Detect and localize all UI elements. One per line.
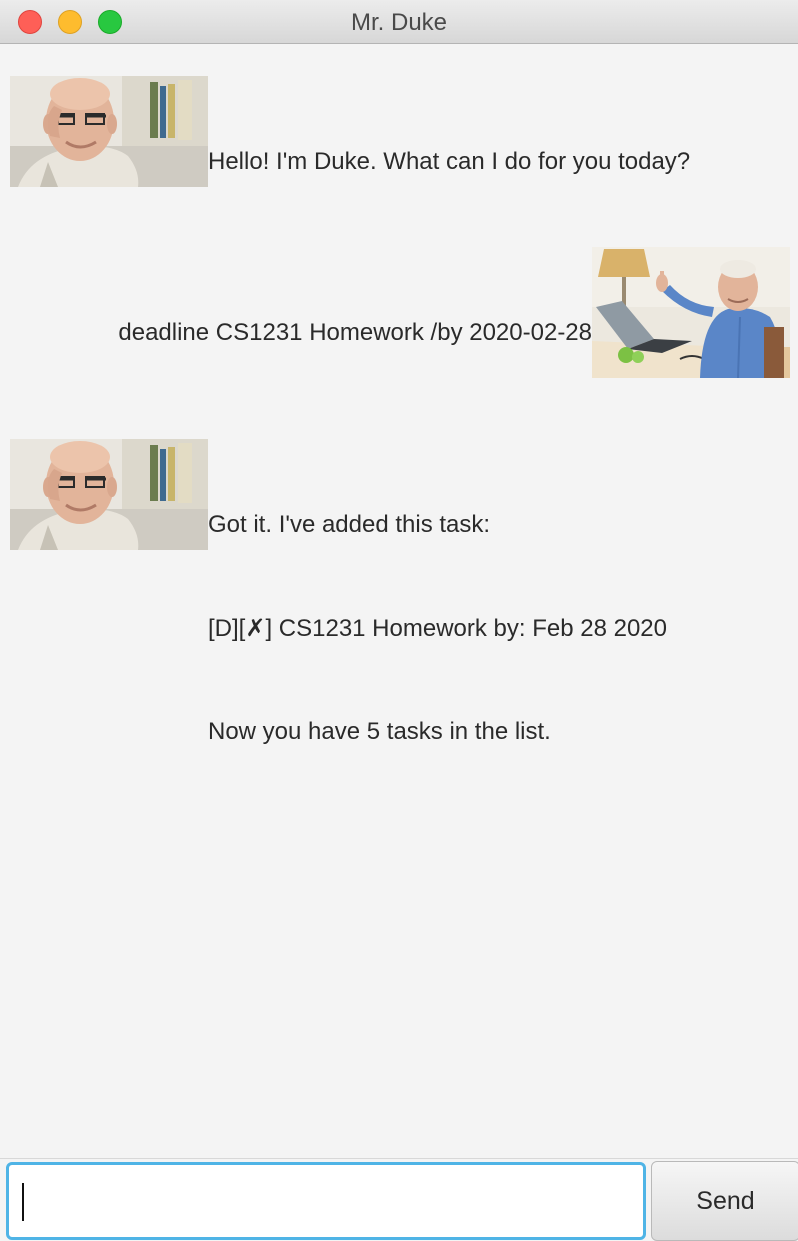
message-line: deadline CS1231 Homework /by 2020-02-28 [118, 319, 592, 346]
message-line: Now you have 5 tasks in the list. [208, 718, 551, 745]
duke-message-text: Hello! I'm Duke. What can I do for you t… [208, 76, 690, 249]
title-bar: Mr. Duke [0, 0, 798, 44]
message-line: Hello! I'm Duke. What can I do for you t… [208, 148, 691, 175]
message-line: Got it. I've added this task: [208, 511, 491, 538]
window-title: Mr. Duke [350, 9, 448, 36]
user-avatar [592, 247, 790, 378]
text-caret [22, 1183, 24, 1221]
send-button[interactable]: Send [651, 1161, 798, 1241]
duke-avatar [10, 439, 208, 550]
duke-avatar [10, 76, 208, 187]
message-line: [D][✗] CS1231 Homework by: Feb 28 2020 [208, 614, 667, 642]
user-message-text: deadline CS1231 Homework /by 2020-02-28 [118, 247, 592, 420]
chat-scroll-pane[interactable]: Hello! I'm Duke. What can I do for you t… [0, 44, 798, 1158]
message-input[interactable] [6, 1162, 646, 1240]
duke-message-text: Got it. I've added this task: [D][✗] CS1… [208, 439, 667, 819]
